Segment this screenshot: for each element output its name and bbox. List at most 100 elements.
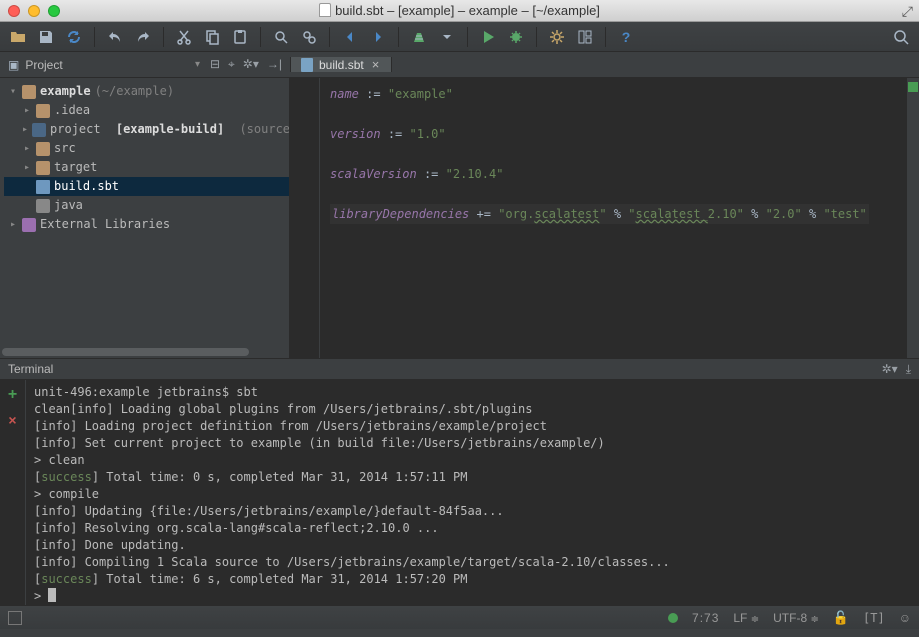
terminal-line: [info] Loading project definition from /… — [34, 418, 911, 435]
expand-arrow-icon[interactable]: ▾ — [8, 82, 18, 101]
library-icon — [22, 218, 36, 232]
code-token: "org. — [498, 207, 534, 221]
new-session-button[interactable]: + — [8, 386, 17, 404]
terminal-hide-button[interactable]: ⤓ — [906, 362, 911, 377]
help-button[interactable]: ? — [614, 25, 638, 49]
close-tab-button[interactable]: × — [370, 57, 382, 72]
zoom-window-button[interactable] — [48, 5, 60, 17]
copy-button[interactable] — [200, 25, 224, 49]
paste-button[interactable] — [228, 25, 252, 49]
code-area[interactable]: name := "example" version := "1.0" scala… — [320, 78, 907, 358]
status-bar: 7:73 LF ≑ UTF-8 ≑ 🔓 [T] ☺ — [0, 605, 919, 629]
tree-item-label: External Libraries — [40, 215, 170, 234]
terminal-settings-button[interactable]: ✲▾ — [882, 362, 898, 377]
debug-button[interactable] — [504, 25, 528, 49]
document-icon — [319, 3, 331, 17]
settings-button[interactable] — [545, 25, 569, 49]
expand-arrow-icon[interactable]: ▸ — [22, 101, 32, 120]
tree-item-build-sbt[interactable]: build.sbt — [4, 177, 289, 196]
tree-item-project[interactable]: ▸project [example-build] (sources root) — [4, 120, 289, 139]
code-token: version — [330, 127, 381, 141]
fullscreen-button[interactable]: ⤢ — [902, 3, 913, 20]
code-token: % — [751, 207, 758, 221]
editor-gutter[interactable] — [290, 78, 320, 358]
save-all-button[interactable] — [34, 25, 58, 49]
project-structure-button[interactable] — [573, 25, 597, 49]
build-button[interactable] — [407, 25, 431, 49]
tree-external-libraries[interactable]: ▸ External Libraries — [4, 215, 289, 234]
editor-tabs: build.sbt × — [290, 57, 919, 72]
code-token: libraryDependencies — [332, 207, 469, 221]
readonly-toggle[interactable]: 🔓 — [833, 610, 849, 626]
undo-button[interactable] — [103, 25, 127, 49]
line-separator-indicator[interactable]: LF ≑ — [733, 611, 759, 625]
tree-item-label: build.sbt — [54, 177, 119, 196]
tree-root-hint: (~/example) — [95, 82, 174, 101]
minimize-window-button[interactable] — [28, 5, 40, 17]
terminal-line: [info] Updating {file:/Users/jetbrains/e… — [34, 503, 911, 520]
terminal-title[interactable]: Terminal — [8, 362, 53, 376]
run-config-dropdown[interactable] — [435, 25, 459, 49]
tool-windows-button[interactable] — [8, 611, 22, 625]
cut-button[interactable] — [172, 25, 196, 49]
scrollbar-thumb[interactable] — [2, 348, 249, 356]
terminal-line: clean[info] Loading global plugins from … — [34, 401, 911, 418]
expand-arrow-icon[interactable]: ▸ — [8, 215, 18, 234]
encoding-indicator[interactable]: UTF-8 ≑ — [773, 611, 819, 625]
open-button[interactable] — [6, 25, 30, 49]
sync-button[interactable] — [62, 25, 86, 49]
code-token: := — [424, 167, 438, 181]
folder-icon — [36, 142, 50, 156]
editor-error-stripe[interactable] — [907, 78, 919, 358]
folder-icon — [36, 104, 50, 118]
close-session-button[interactable]: × — [8, 412, 16, 428]
hide-tool-button[interactable]: →| — [267, 57, 282, 72]
expand-arrow-icon[interactable]: ▸ — [22, 139, 32, 158]
tool-settings-button[interactable]: ✲▾ — [243, 57, 259, 72]
tree-root[interactable]: ▾ example (~/example) — [4, 82, 289, 101]
tree-item-label: java — [54, 196, 83, 215]
scroll-from-source-button[interactable]: ⌖ — [228, 57, 235, 72]
collapse-all-button[interactable]: ⊟ — [210, 57, 220, 72]
project-tool-label[interactable]: Project — [25, 58, 62, 72]
terminal-status-button[interactable]: [T] — [863, 611, 885, 625]
titlebar: build.sbt – [example] – example – [~/exa… — [0, 0, 919, 22]
redo-button[interactable] — [131, 25, 155, 49]
tree-item-target[interactable]: ▸target — [4, 158, 289, 177]
tree-item-label: src — [54, 139, 76, 158]
tree-item-src[interactable]: ▸ src — [4, 139, 289, 158]
tree-item-label: project — [50, 120, 101, 139]
terminal-line: [info] Done updating. — [34, 537, 911, 554]
search-everywhere-button[interactable] — [889, 25, 913, 49]
find-button[interactable] — [269, 25, 293, 49]
terminal-output[interactable]: unit-496:example jetbrains$ sbtclean[inf… — [26, 380, 919, 605]
expand-arrow-icon[interactable]: ▸ — [22, 158, 32, 177]
terminal-line: [info] Resolving org.scala-lang#scala-re… — [34, 520, 911, 537]
tab-build-sbt[interactable]: build.sbt × — [291, 57, 392, 72]
dropdown-icon: ≑ — [810, 614, 818, 625]
back-button[interactable] — [338, 25, 362, 49]
forward-button[interactable] — [366, 25, 390, 49]
background-task-indicator[interactable] — [668, 613, 678, 623]
java-icon — [36, 199, 50, 213]
tree-item-idea[interactable]: ▸ .idea — [4, 101, 289, 120]
expand-arrow-icon[interactable]: ▸ — [22, 120, 28, 139]
project-view-dropdown[interactable]: ▾ — [195, 59, 200, 70]
code-editor[interactable]: name := "example" version := "1.0" scala… — [290, 78, 919, 358]
replace-button[interactable] — [297, 25, 321, 49]
tree-item-java[interactable]: java — [4, 196, 289, 215]
terminal-line: > clean — [34, 452, 911, 469]
hector-icon[interactable]: ☺ — [899, 611, 911, 625]
terminal-line: [info] Set current project to example (i… — [34, 435, 911, 452]
line-column-indicator[interactable]: 7:73 — [692, 611, 719, 625]
code-token: scalaVersion — [330, 167, 417, 181]
tree-item-label: .idea — [54, 101, 90, 120]
terminal-panel: + × unit-496:example jetbrains$ sbtclean… — [0, 380, 919, 605]
tree-item-bold: [example-build] — [116, 120, 224, 139]
project-tree[interactable]: ▾ example (~/example) ▸ .idea ▸ project [e… — [0, 78, 290, 358]
close-window-button[interactable] — [8, 5, 20, 17]
run-button[interactable] — [476, 25, 500, 49]
horizontal-scrollbar[interactable] — [0, 346, 289, 358]
terminal-gutter: + × — [0, 380, 26, 605]
folder-icon — [22, 85, 36, 99]
